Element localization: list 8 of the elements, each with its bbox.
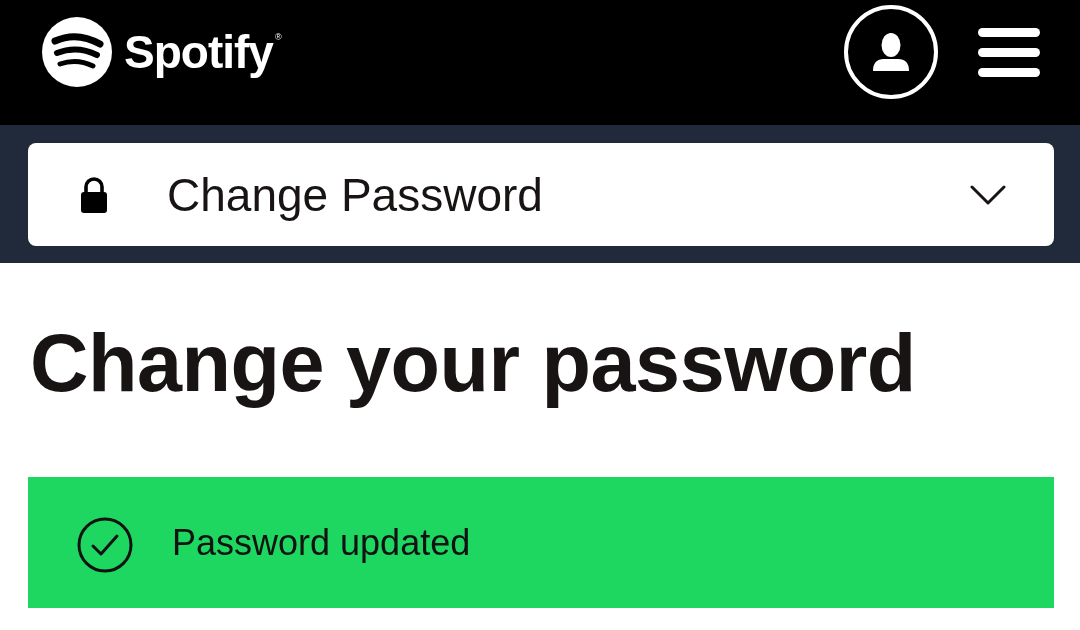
section-dropdown[interactable]: Change Password <box>28 143 1054 246</box>
menu-icon <box>978 27 1040 77</box>
logo-icon <box>42 17 112 87</box>
check-circle-icon <box>77 516 133 573</box>
person-icon <box>872 33 910 71</box>
lock-icon <box>80 176 108 213</box>
menu-button[interactable] <box>978 27 1040 77</box>
alert-message: Password updated <box>172 524 471 561</box>
